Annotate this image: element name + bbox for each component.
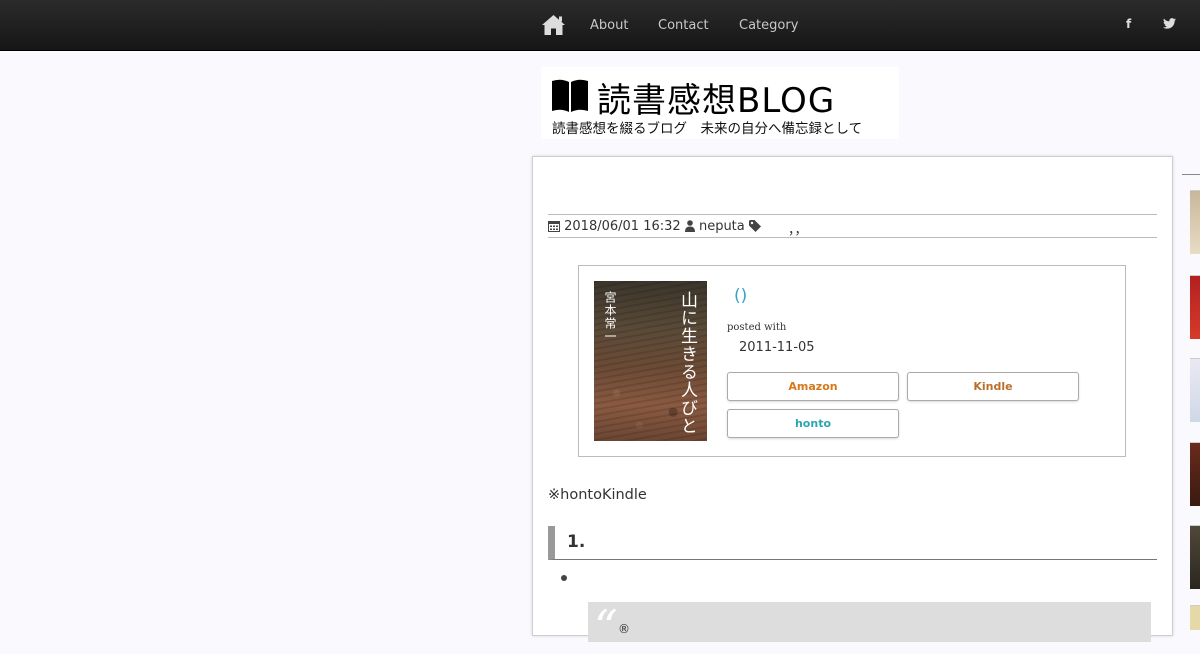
post-date: 2018/06/01 16:32 — [548, 219, 681, 234]
note-text: ※hontoKindle — [548, 487, 647, 503]
sidebar-thumbnail[interactable] — [1190, 275, 1200, 339]
list-bullet — [561, 575, 567, 581]
nav-link-category[interactable]: Category — [739, 18, 798, 33]
cover-author: 宮本常一 — [603, 291, 617, 343]
post-date-text: 2018/06/01 16:32 — [564, 219, 681, 234]
kindle-button[interactable]: Kindle — [907, 372, 1079, 401]
sidebar-thumbnail[interactable] — [1190, 190, 1200, 254]
honto-button[interactable]: honto — [727, 409, 899, 438]
logo-subtitle: 読書感想を綴るブログ 未来の自分へ備忘録として — [552, 121, 863, 137]
quote-mark-icon: “ — [594, 600, 618, 654]
blockquote: “ ® — [588, 600, 1151, 654]
book-title-link[interactable]: () — [734, 286, 747, 306]
sidebar-thumbnail[interactable] — [1190, 605, 1200, 630]
book-icon — [552, 79, 588, 112]
publication-date: 2011-11-05 — [739, 340, 815, 355]
post-tags-text: ，， — [788, 223, 808, 238]
calendar-icon — [548, 221, 560, 232]
tag-icon — [748, 220, 761, 232]
sidebar-thumbnail[interactable] — [1190, 358, 1200, 422]
amazon-button[interactable]: Amazon — [727, 372, 899, 401]
post-tags[interactable]: ，， — [748, 219, 808, 238]
post-author-name: neputa — [698, 219, 745, 234]
section-heading: 1. — [548, 526, 1157, 560]
top-navbar: About Contact Category f — [0, 0, 1200, 51]
cover-title: 山に生きる人びと — [677, 291, 697, 435]
sidebar-thumbnail[interactable] — [1190, 525, 1200, 589]
post-author[interactable]: neputa — [684, 219, 745, 234]
article-card: 2018/06/01 16:32 neputa ，， 山に生きる人びと 宮本常一… — [532, 156, 1173, 654]
facebook-icon[interactable]: f — [1126, 17, 1131, 31]
sidebar-thumbnail[interactable] — [1190, 442, 1200, 506]
book-link-box: 山に生きる人びと 宮本常一 () posted with 2011-11-05 … — [578, 265, 1126, 457]
logo-title: 読書感想BLOG — [597, 81, 836, 121]
book-cover-image[interactable]: 山に生きる人びと 宮本常一 — [594, 281, 707, 441]
nav-link-about[interactable]: About — [590, 18, 628, 33]
posted-with-label: posted with — [727, 322, 787, 333]
home-icon[interactable] — [541, 14, 566, 36]
user-icon — [684, 220, 695, 232]
nav-link-contact[interactable]: Contact — [658, 18, 709, 33]
site-logo[interactable]: 読書感想BLOG 読書感想を綴るブログ 未来の自分へ備忘録として — [541, 67, 899, 139]
post-meta: 2018/06/01 16:32 neputa ，， — [548, 214, 1157, 238]
sidebar-divider — [1182, 174, 1200, 175]
quote-text: ® — [618, 622, 630, 636]
twitter-icon[interactable] — [1163, 18, 1176, 29]
